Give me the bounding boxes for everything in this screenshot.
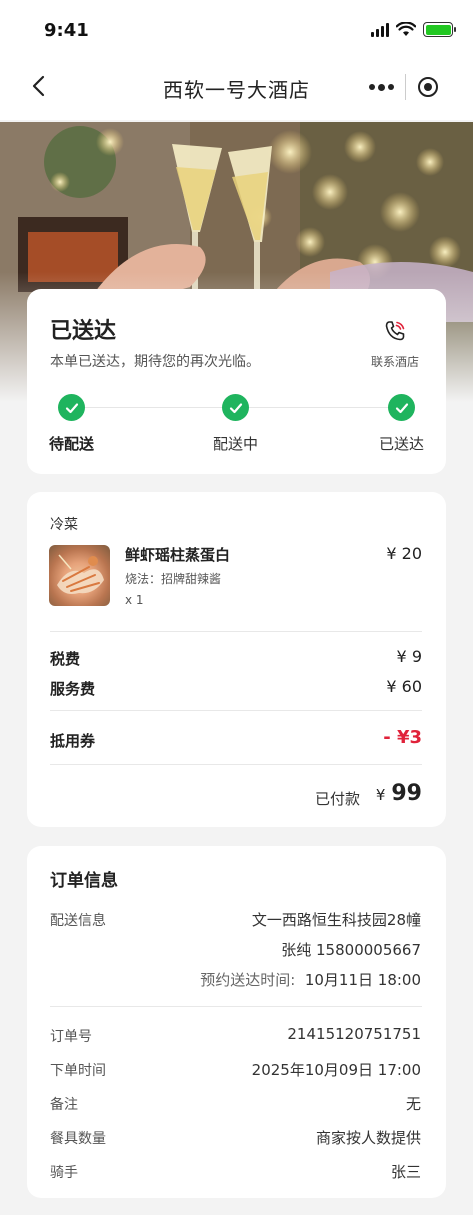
close-program-icon[interactable] [405, 70, 451, 104]
order-number-label: 订单号 [50, 1029, 92, 1045]
divider [50, 631, 422, 632]
divider [50, 710, 422, 711]
battery-icon [423, 22, 456, 37]
dish-quantity: x 1 [125, 593, 144, 607]
tax-value: ¥ 9 [396, 647, 422, 666]
step-label: 待配送 [49, 435, 95, 453]
scheduled-time: 10月11日 18:00 [304, 971, 421, 989]
divider [50, 1006, 422, 1007]
check-icon [222, 394, 249, 421]
scheduled-delivery: 预约送达时间: 10月11日 18:00 [200, 969, 421, 990]
divider [50, 764, 422, 765]
mini-program-capsule [359, 70, 451, 104]
paid-amount: ¥99 [376, 781, 422, 806]
order-info-title: 订单信息 [50, 871, 118, 891]
tax-label: 税费 [50, 650, 81, 668]
phone-icon [385, 321, 405, 341]
status-icons [371, 22, 456, 37]
step-delivering: 配送中 [213, 394, 258, 454]
coupon-label: 抵用券 [50, 732, 96, 750]
more-icon[interactable] [359, 70, 405, 104]
contact-hotel-button[interactable]: 联系酒店 [368, 319, 422, 370]
order-info-card: 订单信息 配送信息 文一西路恒生科技园28幢 张纯 15800005667 预约… [27, 846, 446, 1198]
recipient-contact: 张纯 15800005667 [281, 941, 421, 959]
order-time-value: 2025年10月09日 17:00 [251, 1061, 421, 1079]
delivery-info-label: 配送信息 [50, 913, 106, 929]
delivery-status-subtitle: 本单已送达，期待您的再次光临。 [50, 354, 260, 370]
delivery-status-card: 已送达 本单已送达，期待您的再次光临。 联系酒店 待配送 配送中 已送达 [27, 289, 446, 474]
currency-symbol: ¥ [375, 786, 386, 804]
service-fee-value: ¥ 60 [386, 677, 422, 696]
step-label: 配送中 [213, 435, 259, 453]
tableware-value: 商家按人数提供 [315, 1129, 421, 1147]
scheduled-label: 预约送达时间: [200, 971, 296, 989]
check-icon [388, 394, 415, 421]
order-time-label: 下单时间 [50, 1063, 106, 1079]
dish-price: ¥ 20 [386, 544, 422, 563]
remark-value: 无 [405, 1095, 421, 1113]
contact-hotel-label: 联系酒店 [370, 355, 419, 369]
order-items-card: 冷菜 鲜虾瑶柱蒸蛋白 烧法：招牌甜辣酱 x 1 ¥ 20 税费 ¥ 9 服务费 … [27, 492, 446, 827]
coupon-value: - ¥3 [383, 727, 422, 748]
step-pending: 待配送 [49, 394, 94, 454]
delivery-address: 文一西路恒生科技园28幢 [251, 911, 421, 929]
paid-amount-value: 99 [391, 781, 422, 806]
dish-image [49, 545, 110, 606]
dish-option: 烧法：招牌甜辣酱 [125, 572, 222, 586]
signal-icon [371, 22, 389, 37]
status-time: 9:41 [44, 20, 89, 41]
step-label: 已送达 [379, 435, 425, 453]
step-delivered: 已送达 [379, 394, 424, 454]
check-icon [58, 394, 85, 421]
tableware-label: 餐具数量 [50, 1131, 106, 1147]
remark-label: 备注 [50, 1097, 78, 1113]
delivery-status-title: 已送达 [50, 319, 117, 344]
nav-bar: 西软一号大酒店 [0, 60, 473, 120]
dish-name: 鲜虾瑶柱蒸蛋白 [125, 546, 231, 564]
paid-label: 已付款 [314, 790, 360, 808]
rider-value: 张三 [390, 1163, 421, 1181]
status-bar: 9:41 [0, 0, 473, 60]
dish-category: 冷菜 [50, 517, 78, 533]
rider-label: 骑手 [50, 1165, 78, 1181]
wifi-icon [396, 22, 416, 36]
order-number-value: 21415120751751 [287, 1025, 421, 1043]
service-fee-label: 服务费 [50, 680, 96, 698]
